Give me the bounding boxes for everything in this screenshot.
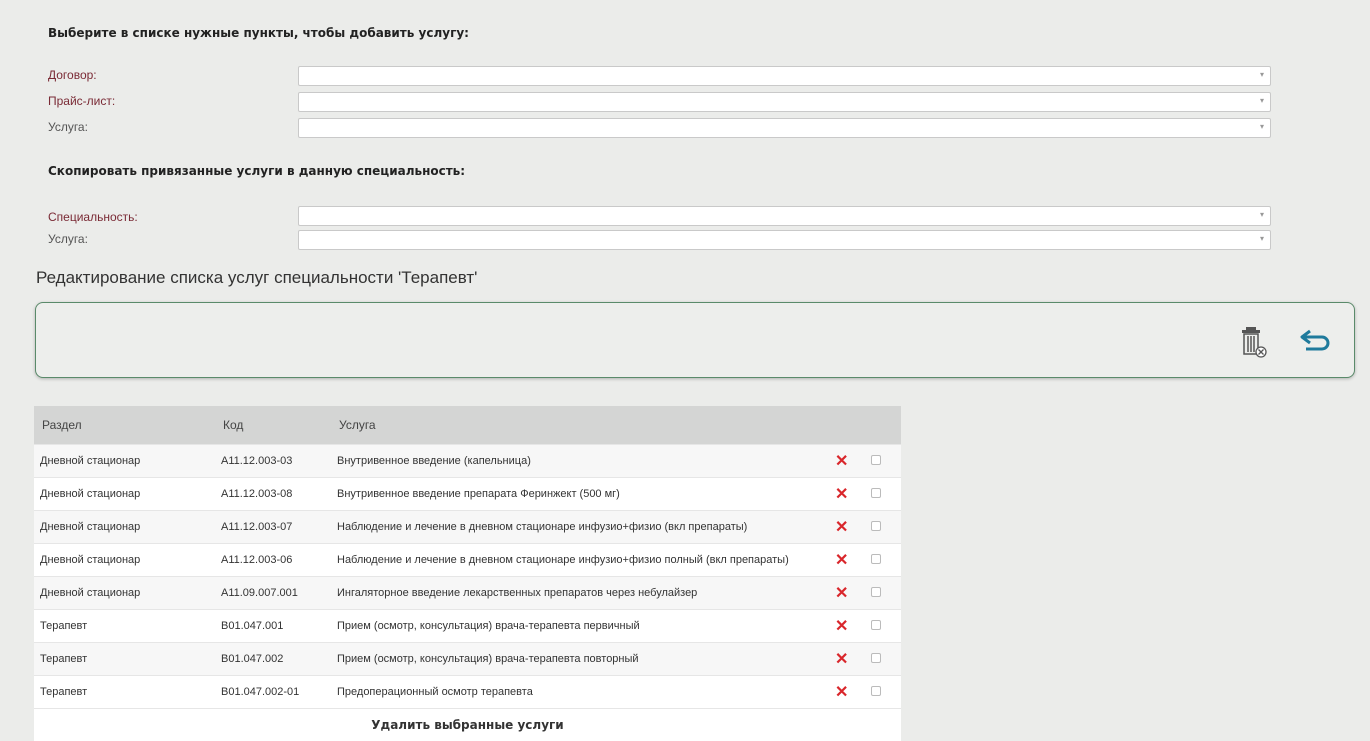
chevron-down-icon: ▾ (1260, 234, 1264, 243)
table-row: Дневной стационар A11.12.003-08 Внутриве… (34, 478, 901, 511)
row-service: Предоперационный осмотр терапевта (331, 676, 829, 709)
add-service-title: Выберите в списке нужные пункты, чтобы д… (48, 26, 469, 40)
delete-row-icon[interactable]: ✕ (835, 552, 848, 569)
chevron-down-icon: ▾ (1260, 210, 1264, 219)
row-code: A11.12.003-06 (215, 544, 331, 577)
delete-row-icon[interactable]: ✕ (835, 486, 848, 503)
contract-select[interactable]: ▾ (298, 66, 1271, 86)
row-code: A11.09.007.001 (215, 577, 331, 610)
row-service: Внутривенное введение (капельница) (331, 445, 829, 478)
row-select-checkbox[interactable] (871, 554, 881, 564)
specialty-select[interactable]: ▾ (298, 206, 1271, 226)
delete-row-icon[interactable]: ✕ (835, 684, 848, 701)
contract-label: Договор: (48, 68, 97, 82)
services-table: Раздел Код Услуга Дневной стационар A11.… (34, 406, 901, 741)
copy-service-label: Услуга: (48, 232, 88, 246)
table-row: Дневной стационар A11.12.003-03 Внутриве… (34, 445, 901, 478)
table-footer: Удалить выбранные услуги (34, 709, 901, 741)
specialty-label: Специальность: (48, 210, 138, 224)
table-row: Терапевт B01.047.002-01 Предоперационный… (34, 676, 901, 709)
column-header-section: Раздел (34, 406, 215, 445)
row-select-checkbox[interactable] (871, 455, 881, 465)
row-section: Дневной стационар (34, 478, 215, 511)
row-section: Дневной стационар (34, 577, 215, 610)
row-section: Терапевт (34, 610, 215, 643)
table-row: Дневной стационар A11.12.003-06 Наблюден… (34, 544, 901, 577)
column-header-code: Код (215, 406, 331, 445)
row-service: Ингаляторное введение лекарственных преп… (331, 577, 829, 610)
row-service: Прием (осмотр, консультация) врача-терап… (331, 610, 829, 643)
row-code: B01.047.001 (215, 610, 331, 643)
delete-row-icon[interactable]: ✕ (835, 585, 848, 602)
toolbar (35, 302, 1355, 378)
row-code: A11.12.003-08 (215, 478, 331, 511)
row-section: Дневной стационар (34, 511, 215, 544)
row-service: Наблюдение и лечение в дневном стационар… (331, 511, 829, 544)
row-select-checkbox[interactable] (871, 620, 881, 630)
delete-row-icon[interactable]: ✕ (835, 651, 848, 668)
table-row: Терапевт B01.047.002 Прием (осмотр, конс… (34, 643, 901, 676)
delete-row-icon[interactable]: ✕ (835, 618, 848, 635)
chevron-down-icon: ▾ (1260, 96, 1264, 105)
row-select-checkbox[interactable] (871, 653, 881, 663)
page-title: Редактирование списка услуг специальност… (36, 268, 477, 288)
row-code: A11.12.003-07 (215, 511, 331, 544)
row-service: Внутривенное введение препарата Феринжек… (331, 478, 829, 511)
row-section: Терапевт (34, 676, 215, 709)
table-row: Терапевт B01.047.001 Прием (осмотр, конс… (34, 610, 901, 643)
service-label: Услуга: (48, 120, 88, 134)
table-row: Дневной стационар A11.09.007.001 Ингалят… (34, 577, 901, 610)
delete-selected-button[interactable]: Удалить выбранные услуги (34, 709, 901, 741)
column-header-select (865, 406, 901, 445)
column-header-delete (829, 406, 865, 445)
service-select[interactable]: ▾ (298, 118, 1271, 138)
pricelist-label: Прайс-лист: (48, 94, 115, 108)
delete-trash-icon[interactable] (1241, 325, 1269, 364)
row-code: A11.12.003-03 (215, 445, 331, 478)
table-header: Раздел Код Услуга (34, 406, 901, 445)
chevron-down-icon: ▾ (1260, 122, 1264, 131)
delete-row-icon[interactable]: ✕ (835, 519, 848, 536)
copy-services-title: Скопировать привязанные услуги в данную … (48, 164, 465, 178)
table-row: Дневной стационар A11.12.003-07 Наблюден… (34, 511, 901, 544)
pricelist-select[interactable]: ▾ (298, 92, 1271, 112)
row-code: B01.047.002-01 (215, 676, 331, 709)
row-code: B01.047.002 (215, 643, 331, 676)
row-section: Терапевт (34, 643, 215, 676)
row-section: Дневной стационар (34, 544, 215, 577)
row-select-checkbox[interactable] (871, 587, 881, 597)
delete-row-icon[interactable]: ✕ (835, 453, 848, 470)
row-service: Прием (осмотр, консультация) врача-терап… (331, 643, 829, 676)
copy-service-select[interactable]: ▾ (298, 230, 1271, 250)
row-section: Дневной стационар (34, 445, 215, 478)
row-select-checkbox[interactable] (871, 488, 881, 498)
row-service: Наблюдение и лечение в дневном стационар… (331, 544, 829, 577)
row-select-checkbox[interactable] (871, 521, 881, 531)
undo-return-icon[interactable] (1298, 327, 1332, 360)
chevron-down-icon: ▾ (1260, 70, 1264, 79)
row-select-checkbox[interactable] (871, 686, 881, 696)
column-header-service: Услуга (331, 406, 829, 445)
